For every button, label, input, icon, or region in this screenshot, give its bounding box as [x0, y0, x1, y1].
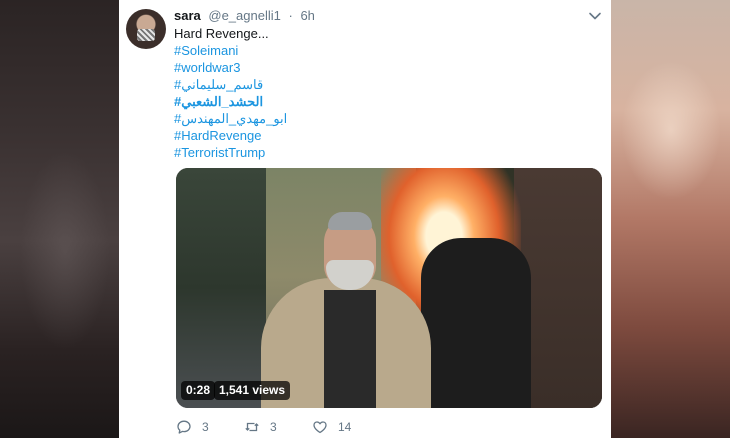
video-player[interactable]: 0:28 1,541 views — [176, 168, 602, 408]
retweet-icon — [245, 422, 259, 432]
user-handle[interactable]: @e_agnelli1 — [208, 8, 280, 23]
background-right — [611, 0, 730, 438]
video-duration-badge: 0:28 — [181, 381, 216, 400]
video-person-shirt — [324, 290, 376, 408]
tweet-time[interactable]: 6h — [300, 8, 314, 23]
like-button[interactable]: 14 — [312, 418, 351, 436]
separator-dot: · — [288, 8, 293, 23]
chevron-down-icon[interactable] — [588, 9, 602, 23]
display-name[interactable]: sara — [174, 8, 201, 23]
tweet-text: Hard Revenge... #Soleimani #worldwar3 #ق… — [174, 25, 287, 161]
video-views-badge: 1,541 views — [214, 381, 291, 400]
like-icon — [313, 421, 327, 434]
hashtag-link[interactable]: #الحشد_الشعبي — [174, 93, 287, 110]
like-count: 14 — [338, 420, 352, 434]
hashtag-link[interactable]: #Soleimani — [174, 42, 287, 59]
tweet-card[interactable]: sara @e_agnelli1 · 6h Hard Revenge... #S… — [119, 0, 611, 438]
hashtag-link[interactable]: #ابو_مهدي_المهندس — [174, 110, 287, 127]
retweet-button[interactable]: 3 — [244, 418, 277, 436]
background-left — [0, 0, 119, 438]
retweet-count: 3 — [270, 420, 277, 434]
hashtag-link[interactable]: #HardRevenge — [174, 127, 287, 144]
video-person-hair — [328, 212, 372, 230]
tweet-actions: 3 3 14 — [176, 418, 476, 436]
reply-icon — [177, 420, 191, 434]
hashtag-link[interactable]: #worldwar3 — [174, 59, 287, 76]
avatar[interactable] — [126, 9, 166, 49]
reply-button[interactable]: 3 — [176, 418, 209, 436]
video-frame-left — [176, 168, 266, 408]
hashtag-link[interactable]: #TerroristTrump — [174, 144, 287, 161]
tweet-header: sara @e_agnelli1 · 6h — [174, 8, 315, 23]
tweet-line: Hard Revenge... — [174, 26, 269, 41]
hashtag-link[interactable]: #قاسم_سليماني — [174, 76, 287, 93]
video-burning-figure — [421, 238, 531, 408]
reply-count: 3 — [202, 420, 209, 434]
